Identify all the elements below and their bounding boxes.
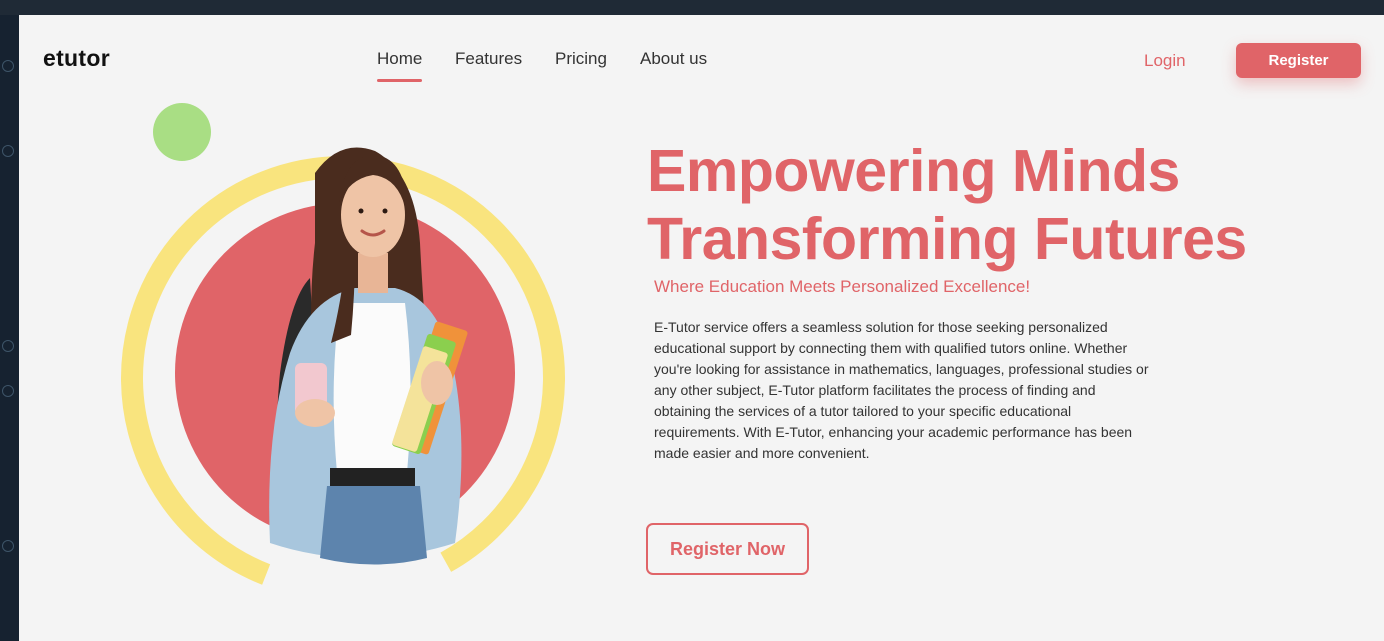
sidebar-icon: [2, 60, 14, 72]
nav-features[interactable]: Features: [455, 49, 522, 69]
sidebar-icon: [2, 540, 14, 552]
headline-line-1: Empowering Minds: [647, 138, 1180, 204]
sidebar-icon: [2, 340, 14, 352]
brand-logo[interactable]: etutor: [43, 45, 110, 72]
nav-home[interactable]: Home: [377, 49, 423, 82]
login-link[interactable]: Login: [1144, 51, 1186, 71]
hero-headline: Empowering Minds Transforming Futures: [647, 137, 1287, 273]
landing-page: etutor Home Features Pricing About us Lo…: [19, 15, 1384, 641]
nav-about-us[interactable]: About us: [640, 49, 707, 69]
sidebar-icon: [2, 145, 14, 157]
hero-description: E-Tutor service offers a seamless soluti…: [654, 319, 1149, 461]
register-now-button[interactable]: Register Now: [646, 523, 809, 575]
headline-line-2: Transforming Futures: [647, 206, 1247, 272]
green-dot-decoration: [153, 103, 211, 161]
student-illustration: [121, 103, 565, 600]
browser-top-strip: [0, 0, 1384, 15]
nav-pricing[interactable]: Pricing: [555, 49, 607, 69]
sidebar-icon: [2, 385, 14, 397]
register-button[interactable]: Register: [1236, 43, 1361, 78]
left-sidebar-strip: [0, 15, 19, 641]
hero-subheadline: Where Education Meets Personalized Excel…: [654, 277, 1031, 296]
